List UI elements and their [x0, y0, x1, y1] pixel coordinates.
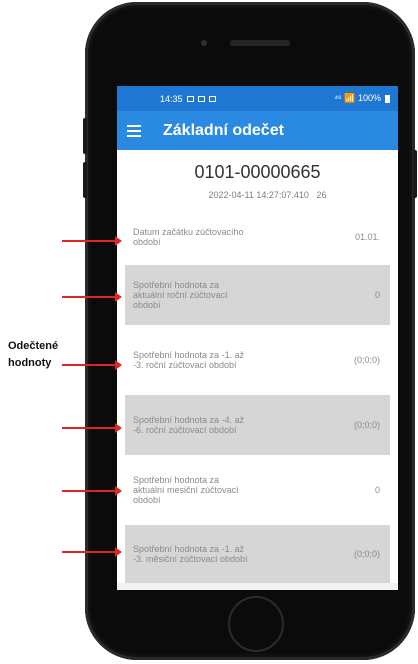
front-camera: [201, 40, 207, 46]
reading-row: Spotřební hodnota za -4. až -6. roční zú…: [125, 395, 390, 455]
app-title: Základní odečet: [163, 121, 284, 139]
row-label: Spotřební hodnota za -1. až -3. měsiční …: [133, 544, 248, 564]
volume-up-button: [83, 118, 87, 154]
arrow-icon: [62, 236, 122, 246]
notification-icon: [208, 95, 216, 102]
annotation-label: Odečtené hodnoty: [8, 338, 58, 372]
row-label: Spotřební hodnota za -4. až -6. roční zú…: [133, 415, 245, 435]
power-button: [413, 150, 417, 198]
reading-content: 0101-00000665 2022-04-11 14:27:07.410 26…: [117, 150, 398, 583]
reading-row: Spotřební hodnota za -1. až -3. roční zú…: [125, 329, 390, 391]
arrow-icon: [62, 423, 122, 433]
status-bar: 14:35 ⁴⁶ 📶 100%: [117, 86, 398, 111]
reading-row: Spotřební hodnota za aktuální roční zúčt…: [125, 265, 390, 325]
row-value: 0: [374, 485, 380, 495]
reading-row: Spotřební hodnota za -1. až -3. měsiční …: [125, 525, 390, 583]
reading-row: Spotřební hodnota za aktuální mesiční zú…: [125, 459, 390, 521]
arrow-icon: [62, 486, 122, 496]
battery-icon: [385, 94, 390, 103]
reading-row: Datum začátku zúčtovacího období 01.01.: [125, 212, 390, 261]
hamburger-menu-icon[interactable]: [127, 124, 141, 137]
row-value: (0;0;0): [353, 420, 380, 430]
row-value: 0: [374, 290, 380, 300]
meter-subtitle: 2022-04-11 14:27:07.410 26: [145, 190, 390, 200]
reading-timestamp: 2022-04-11 14:27:07.410: [208, 190, 309, 200]
volume-down-button: [83, 162, 87, 198]
row-value: (0;0;0): [353, 549, 380, 559]
gallery-icon: [186, 95, 194, 102]
row-value: (0;0;0): [353, 355, 380, 365]
row-value: 01.01.: [354, 231, 380, 242]
reading-code: 26: [316, 190, 327, 200]
annotation-line-2: hodnoty: [8, 357, 52, 369]
home-button[interactable]: [228, 596, 284, 652]
meter-id: 0101-00000665: [194, 162, 321, 182]
arrow-icon: [62, 547, 122, 557]
arrow-icon: [62, 292, 122, 302]
row-label: Spotřební hodnota za -1. až -3. roční zú…: [133, 350, 245, 370]
row-label: Datum začátku zúčtovacího období: [133, 226, 244, 247]
annotation-line-1: Odečtené: [8, 340, 59, 352]
row-label: Spotřební hodnota za aktuální roční zúčt…: [133, 280, 228, 310]
row-label: Spotřební hodnota za aktuální mesiční zú…: [133, 475, 239, 505]
app-bar: Základní odečet: [117, 111, 398, 150]
earpiece-speaker: [230, 40, 290, 46]
arrow-icon: [62, 360, 122, 370]
mail-icon: [197, 95, 205, 102]
phone-screen: 14:35 ⁴⁶ 📶 100% Základní odečet 0101-000…: [117, 86, 398, 590]
status-time: 14:35: [160, 93, 183, 104]
status-indicators: ⁴⁶ 📶 100%: [334, 93, 381, 103]
